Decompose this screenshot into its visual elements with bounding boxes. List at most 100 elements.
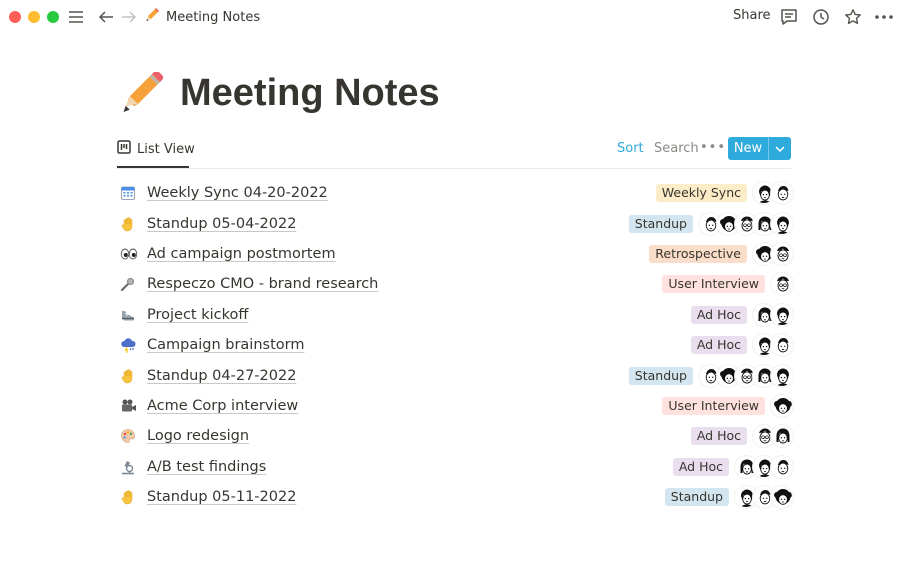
microphone-icon [117,274,141,294]
attendees[interactable] [771,394,793,417]
attendees[interactable] [699,212,793,235]
meeting-type-tag[interactable]: Standup [628,366,693,385]
list-item[interactable]: Project kickoff Ad Hoc [117,300,793,330]
meeting-type-tag[interactable]: Ad Hoc [672,457,729,476]
raised-hand-icon [117,214,141,234]
meeting-type-tag[interactable]: Retrospective [649,244,747,263]
close-window-button[interactable] [9,11,21,23]
menu-icon[interactable] [66,7,86,27]
list-item-title[interactable]: Project kickoff [147,307,248,323]
list-item-title[interactable]: Standup 05-11-2022 [147,489,296,505]
list-item-properties: Ad Hoc [690,300,793,330]
meeting-type-tag[interactable]: Ad Hoc [690,427,747,446]
video-camera-icon [117,396,141,416]
raised-hand-icon [117,487,141,507]
raised-hand-icon [117,366,141,386]
search-button[interactable]: Search [654,141,699,156]
list-item-title[interactable]: Ad campaign postmortem [147,246,336,262]
page-title[interactable]: Meeting Notes [180,70,440,116]
clock-icon[interactable] [811,7,831,27]
list-item[interactable]: Campaign brainstorm Ad Hoc [117,330,793,360]
avatar [771,486,793,509]
avatar [771,242,793,265]
list-item-properties: User Interview [662,391,793,421]
calendar-icon [117,183,141,203]
breadcrumb-title: Meeting Notes [166,9,261,25]
pencil-icon[interactable] [120,70,164,114]
forward-arrow-icon[interactable] [119,7,139,27]
attendees[interactable] [771,273,793,296]
list-item-properties: Standup [664,482,793,512]
divider [117,168,791,169]
pencil-icon [144,7,160,27]
list-item[interactable]: Acme Corp interview User Interview [117,391,793,421]
list-item-properties: Ad Hoc [672,452,793,482]
new-button[interactable]: New [728,137,768,160]
meeting-type-tag[interactable]: Standup [628,214,693,233]
tab-label: List View [137,141,195,157]
share-button[interactable]: Share [733,7,771,25]
view-more-button[interactable]: ••• [700,140,726,155]
list-item[interactable]: A/B test findings Ad Hoc [117,452,793,482]
maximize-window-button[interactable] [47,11,59,23]
list-item-properties: Standup [628,208,793,238]
back-arrow-icon[interactable] [96,7,116,27]
list-item-title[interactable]: A/B test findings [147,459,266,475]
more-icon[interactable] [874,7,894,27]
avatar [771,334,793,357]
meeting-type-tag[interactable]: Weekly Sync [655,184,747,203]
list-item-title[interactable]: Logo redesign [147,428,249,444]
list-item-properties: Weekly Sync [655,178,793,208]
attendees[interactable] [753,303,793,326]
attendees[interactable] [753,425,793,448]
microscope-icon [117,457,141,477]
chevron-down-icon[interactable] [768,137,791,160]
top-bar: Meeting Notes Share [0,0,902,34]
meeting-type-tag[interactable]: Ad Hoc [690,336,747,355]
list-item-title[interactable]: Acme Corp interview [147,398,298,414]
avatar [771,364,793,387]
breadcrumb[interactable]: Meeting Notes [144,7,260,27]
attendees[interactable] [735,455,793,478]
list-item-title[interactable]: Campaign brainstorm [147,337,304,353]
list-item-properties: Standup [628,360,793,390]
attendees[interactable] [753,182,793,205]
list-item[interactable]: Respeczo CMO - brand research User Interv… [117,269,793,299]
avatar [771,455,793,478]
list-item-title[interactable]: Standup 04-27-2022 [147,368,296,384]
meeting-type-tag[interactable]: Standup [664,488,729,507]
list-item-properties: Ad Hoc [690,330,793,360]
meeting-type-tag[interactable]: User Interview [662,275,765,294]
list-item[interactable]: Logo redesign Ad Hoc [117,421,793,451]
attendees[interactable] [699,364,793,387]
avatar [771,273,793,296]
sort-button[interactable]: Sort [617,141,644,156]
list-item-properties: Ad Hoc [690,421,793,451]
list-item[interactable]: Ad campaign postmortem Retrospective [117,239,793,269]
list-item-title[interactable]: Respeczo CMO - brand research [147,276,378,292]
list-item[interactable]: Weekly Sync 04-20-2022 Weekly Sync [117,178,793,208]
sneaker-icon [117,305,141,325]
attendees[interactable] [753,334,793,357]
meeting-notes-list: Weekly Sync 04-20-2022 Weekly Sync Standup… [117,178,793,512]
storm-cloud-icon [117,335,141,355]
avatar [771,212,793,235]
attendees[interactable] [735,486,793,509]
list-item[interactable]: Standup 04-27-2022 Standup [117,360,793,390]
comment-icon[interactable] [779,7,799,27]
minimize-window-button[interactable] [28,11,40,23]
new-button-group: New [728,137,791,160]
eyes-icon [117,244,141,264]
meeting-type-tag[interactable]: Ad Hoc [690,305,747,324]
list-item-title[interactable]: Standup 05-04-2022 [147,216,296,232]
star-icon[interactable] [843,7,863,27]
attendees[interactable] [753,242,793,265]
meeting-type-tag[interactable]: User Interview [662,396,765,415]
avatar [771,394,793,417]
list-item[interactable]: Standup 05-04-2022 Standup [117,208,793,238]
list-item-properties: User Interview [662,269,793,299]
list-item-title[interactable]: Weekly Sync 04-20-2022 [147,185,328,201]
tab-list-view[interactable]: List View [117,138,195,160]
list-item[interactable]: Standup 05-11-2022 Standup [117,482,793,512]
list-view-icon [117,140,131,158]
